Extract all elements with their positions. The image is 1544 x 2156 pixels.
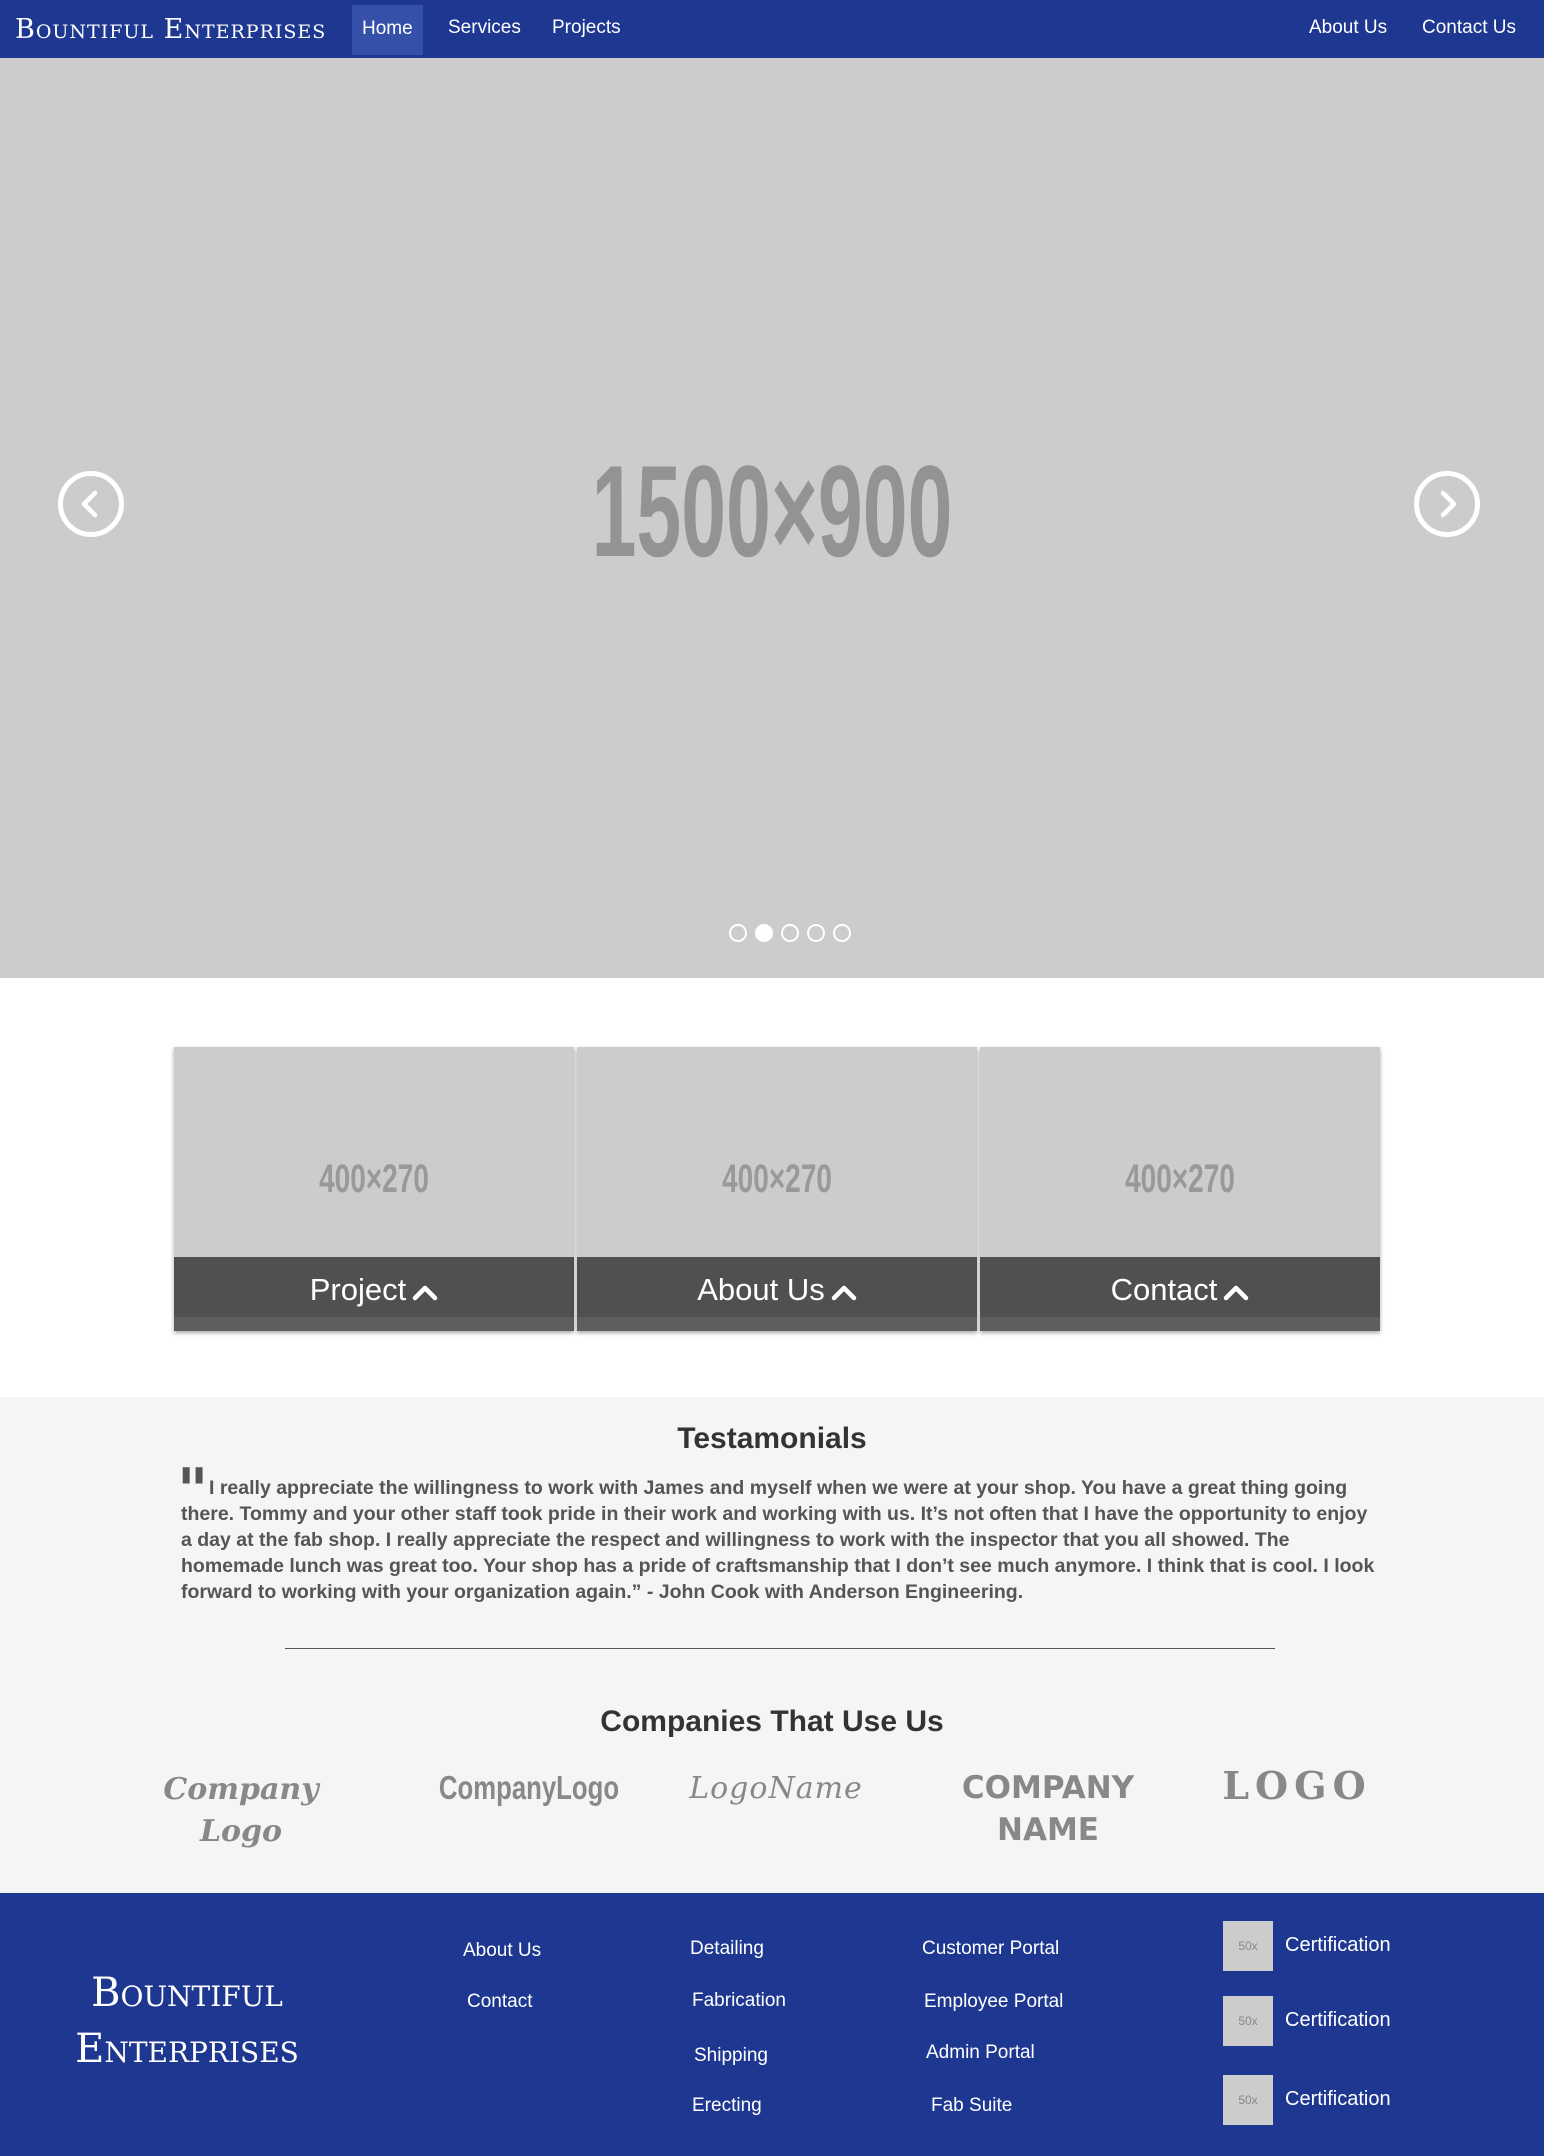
company-logo-2: CompanyLogo <box>438 1769 620 1806</box>
card-caption-bar[interactable]: Project <box>174 1257 574 1331</box>
nav-services[interactable]: Services <box>448 0 521 54</box>
footer-link-customer-portal[interactable]: Customer Portal <box>922 1938 1059 1960</box>
chevron-up-icon <box>831 1285 856 1301</box>
certification-label[interactable]: Certification <box>1285 2088 1391 2111</box>
card-image-placeholder: 400×270 <box>319 1157 429 1201</box>
card-label-wrap: Contact <box>980 1272 1380 1308</box>
testimonial-text: I really appreciate the willingness to w… <box>181 1477 1375 1603</box>
footer-link-employee-portal[interactable]: Employee Portal <box>924 1991 1063 2013</box>
chevron-right-icon <box>1440 490 1457 518</box>
carousel-indicator[interactable] <box>781 924 799 942</box>
footer-link-contact[interactable]: Contact <box>467 1991 532 2013</box>
card-label: Project <box>309 1272 407 1307</box>
chevron-up-icon <box>1224 1285 1249 1301</box>
footer: Bountiful Enterprises About Us Contact D… <box>0 1893 1544 2156</box>
hero-image-placeholder: 1500×900 <box>591 438 953 584</box>
navbar: Bountiful Enterprises Home Services Proj… <box>0 0 1544 58</box>
card-image-placeholder: 400×270 <box>1125 1157 1235 1201</box>
card-contact[interactable]: 400×270 Contact <box>980 1047 1380 1331</box>
brand-logo[interactable]: Bountiful Enterprises <box>15 14 326 45</box>
company-logo-1: Company Logo <box>163 1772 319 1849</box>
companies-title: Companies That Use Us <box>600 1705 944 1738</box>
card-project[interactable]: 400×270 Project <box>174 1047 574 1331</box>
footer-link-detailing[interactable]: Detailing <box>690 1938 764 1960</box>
card-label: Contact <box>1110 1272 1218 1307</box>
testimonials-section: Testamonials " I really appreciate the w… <box>0 1397 1544 1893</box>
nav-contact-us[interactable]: Contact Us <box>1422 0 1516 54</box>
certification-label[interactable]: Certification <box>1285 2009 1391 2032</box>
company-logo-5: LOGO <box>1222 1763 1372 1808</box>
section-divider <box>285 1648 1275 1649</box>
footer-link-shipping[interactable]: Shipping <box>694 2045 768 2067</box>
certification-label[interactable]: Certification <box>1285 1934 1391 1957</box>
nav-home[interactable]: Home <box>352 5 423 55</box>
carousel-indicator-active[interactable] <box>755 924 773 942</box>
card-label-wrap: Project <box>174 1272 574 1308</box>
company-logo-3: LogoName <box>689 1771 863 1806</box>
card-image-placeholder: 400×270 <box>722 1157 832 1201</box>
card-caption-bar[interactable]: Contact <box>980 1257 1380 1331</box>
card-label-wrap: About Us <box>577 1272 977 1308</box>
hero-carousel: 1500×900 <box>0 58 1544 978</box>
card-label: About Us <box>697 1272 825 1307</box>
card-bar-strip <box>174 1317 574 1331</box>
chevron-up-icon <box>412 1285 438 1301</box>
card-caption-bar[interactable]: About Us <box>577 1257 977 1331</box>
footer-link-admin-portal[interactable]: Admin Portal <box>926 2042 1035 2064</box>
footer-brand: Bountiful Enterprises <box>75 1970 299 2072</box>
carousel-prev-button[interactable] <box>58 471 124 537</box>
carousel-next-button[interactable] <box>1414 471 1480 537</box>
card-bar-strip <box>577 1317 977 1331</box>
nav-about-us[interactable]: About Us <box>1309 0 1387 54</box>
certification-thumbnail: 50x <box>1223 1996 1273 2046</box>
chevron-left-icon <box>81 490 98 518</box>
company-logo-4: COMPANY NAME <box>961 1770 1135 1848</box>
card-bar-strip <box>980 1317 1380 1331</box>
nav-projects[interactable]: Projects <box>552 0 621 54</box>
certification-thumbnail: 50x <box>1223 1921 1273 1971</box>
footer-link-fab-suite[interactable]: Fab Suite <box>931 2095 1012 2117</box>
carousel-indicator[interactable] <box>729 924 747 942</box>
carousel-indicator[interactable] <box>833 924 851 942</box>
carousel-indicator[interactable] <box>807 924 825 942</box>
footer-link-erecting[interactable]: Erecting <box>692 2095 762 2117</box>
testimonials-title: Testamonials <box>677 1422 867 1455</box>
card-about-us[interactable]: 400×270 About Us <box>577 1047 977 1331</box>
certification-thumbnail: 50x <box>1223 2075 1273 2125</box>
footer-link-fabrication[interactable]: Fabrication <box>692 1990 786 2012</box>
footer-link-about-us[interactable]: About Us <box>463 1940 541 1962</box>
